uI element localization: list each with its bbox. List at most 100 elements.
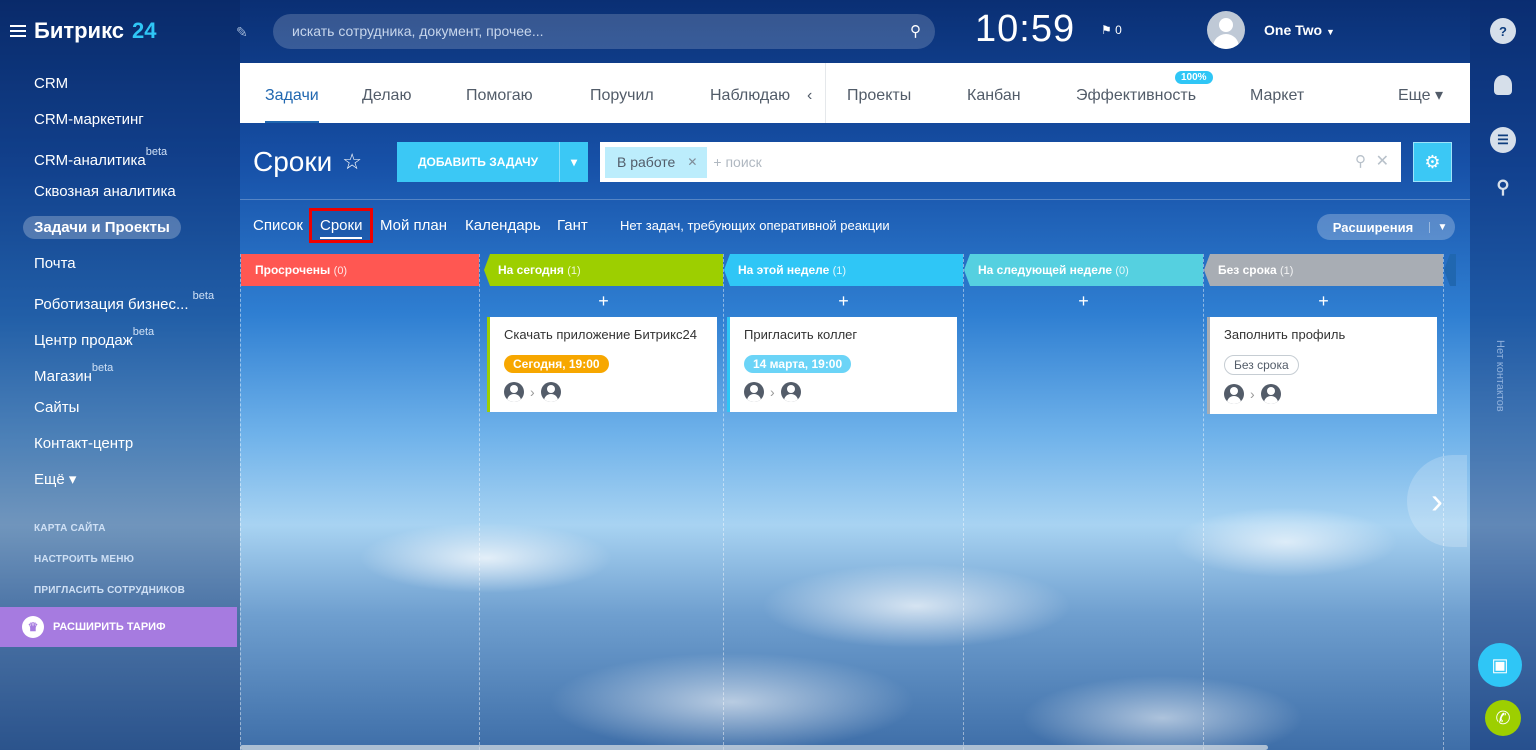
sidebar-item-sales-center[interactable]: Центр продажbeta: [22, 322, 237, 358]
task-participants: ›: [504, 382, 703, 402]
task-card[interactable]: Пригласить коллег 14 марта, 19:00 ›: [727, 317, 957, 412]
view-deadlines[interactable]: Сроки: [309, 208, 374, 243]
tab-more[interactable]: Еще ▾: [1398, 63, 1443, 123]
column-count: (1): [567, 265, 581, 277]
tab-assigned[interactable]: Поручил: [590, 63, 654, 123]
task-card[interactable]: Скачать приложение Битрикс24 Сегодня, 19…: [487, 317, 717, 412]
responsible-avatar[interactable]: [780, 382, 801, 402]
messenger-icon[interactable]: ☰: [1490, 127, 1516, 153]
extensions-label: Расширения: [1332, 219, 1414, 235]
responsible-avatar[interactable]: [1260, 384, 1281, 404]
sidebar-menu: CRM CRM-маркетинг CRM-аналитикаbeta Скво…: [22, 70, 237, 502]
sidebar-item-crm-analytics[interactable]: CRM-аналитикаbeta: [22, 142, 237, 178]
column-count: (1): [1279, 265, 1294, 277]
filter-search-input[interactable]: В работе ✕ + поиск ⚲ ✕: [600, 142, 1401, 182]
sidebar-item-crm[interactable]: CRM: [22, 70, 237, 106]
sidebar-item-mail[interactable]: Почта: [22, 250, 237, 286]
settings-gear-button[interactable]: ⚙: [1413, 142, 1452, 182]
add-task-plus-icon[interactable]: +: [724, 286, 963, 316]
tab-helping[interactable]: Помогаю: [466, 63, 533, 123]
invite-employees-link[interactable]: ПРИГЛАСИТЬ СОТРУДНИКОВ: [34, 585, 185, 596]
column-header-overdue[interactable]: Просрочены (0): [241, 254, 479, 286]
tab-watching[interactable]: Наблюдаю: [710, 63, 790, 123]
horizontal-scrollbar[interactable]: [240, 745, 1268, 750]
column-header-today[interactable]: На сегодня (1): [484, 254, 723, 286]
chevron-left-icon[interactable]: ‹: [807, 63, 812, 123]
task-title: Скачать приложение Битрикс24: [504, 327, 697, 342]
search-icon[interactable]: ⚲: [1355, 152, 1366, 170]
configure-menu-link[interactable]: НАСТРОИТЬ МЕНЮ: [34, 554, 134, 565]
search-icon[interactable]: ⚲: [910, 22, 921, 40]
add-task-button[interactable]: ДОБАВИТЬ ЗАДАЧУ ▾: [397, 142, 588, 182]
column-header-no-deadline[interactable]: Без срока (1): [1204, 254, 1443, 286]
sidebar-item-crm-marketing[interactable]: CRM-маркетинг: [22, 106, 237, 142]
sidebar-item-sites[interactable]: Сайты: [22, 394, 237, 430]
flag-counter[interactable]: ⚑ 0: [1101, 23, 1122, 37]
phone-icon[interactable]: ✆: [1485, 700, 1521, 736]
task-title: Заполнить профиль: [1224, 327, 1346, 342]
hamburger-menu-icon[interactable]: [10, 25, 26, 37]
creator-avatar[interactable]: [504, 382, 524, 402]
responsible-avatar[interactable]: [540, 382, 561, 402]
column-header-this-week[interactable]: На этой неделе (1): [724, 254, 963, 286]
view-list[interactable]: Список: [253, 217, 303, 234]
global-search-input[interactable]: искать сотрудника, документ, прочее... ⚲: [273, 14, 935, 49]
clear-icon[interactable]: ✕: [1376, 151, 1389, 171]
task-participants: ›: [1224, 384, 1423, 404]
user-menu[interactable]: One Two ▼: [1264, 22, 1335, 38]
view-gantt[interactable]: Гант: [557, 217, 588, 234]
chevron-down-icon[interactable]: ▼: [1429, 221, 1455, 233]
filter-chip[interactable]: В работе ✕: [605, 146, 708, 178]
chevron-down-icon[interactable]: ▾: [559, 142, 588, 182]
upgrade-tariff-button[interactable]: ♛ РАСШИРИТЬ ТАРИФ: [0, 607, 237, 647]
star-icon[interactable]: ☆: [342, 149, 362, 175]
view-my-plan[interactable]: Мой план: [380, 217, 447, 234]
task-participants: ›: [744, 382, 943, 402]
column-title: На сегодня: [498, 263, 564, 277]
flag-count: 0: [1115, 23, 1122, 37]
task-deadline[interactable]: Сегодня, 19:00: [504, 355, 609, 373]
tab-tasks[interactable]: Задачи: [265, 63, 319, 123]
add-task-plus-icon[interactable]: +: [484, 286, 723, 316]
gear-icon: ⚙: [1424, 151, 1441, 172]
tablet-icon[interactable]: ▣: [1478, 643, 1522, 687]
close-icon[interactable]: ✕: [687, 155, 697, 169]
chevron-down-icon: ▼: [1325, 27, 1335, 37]
logo-number: 24: [132, 18, 157, 43]
notifications-bell-icon[interactable]: [1494, 75, 1512, 95]
task-deadline[interactable]: Без срока: [1224, 355, 1299, 375]
task-card[interactable]: Заполнить профиль Без срока ›: [1207, 317, 1437, 414]
app-logo[interactable]: Битрикс 24: [10, 18, 157, 44]
add-task-plus-icon[interactable]: +: [964, 286, 1203, 316]
no-urgent-tasks-link[interactable]: Нет задач, требующих оперативной реакции: [620, 218, 890, 233]
sidebar-item-tasks-projects[interactable]: Задачи и Проекты: [22, 214, 237, 250]
filter-placeholder: + поиск: [713, 154, 762, 170]
task-deadline[interactable]: 14 марта, 19:00: [744, 355, 852, 373]
sidebar-item-end-to-end-analytics[interactable]: Сквозная аналитика: [22, 178, 237, 214]
sitemap-link[interactable]: КАРТА САЙТА: [34, 523, 106, 534]
column-title: Просрочены: [255, 263, 331, 277]
tab-doing[interactable]: Делаю: [362, 63, 411, 123]
sidebar-item-more[interactable]: Ещё ▾: [22, 466, 237, 502]
creator-avatar[interactable]: [744, 382, 764, 402]
sidebar-item-contact-center[interactable]: Контакт-центр: [22, 430, 237, 466]
sidebar-item-shop[interactable]: Магазинbeta: [22, 358, 237, 394]
search-icon-sidebar[interactable]: ⚲: [1490, 174, 1516, 200]
creator-avatar[interactable]: [1224, 384, 1244, 404]
user-avatar[interactable]: [1207, 11, 1245, 49]
sidebar-item-robotization[interactable]: Роботизация бизнес... beta: [22, 286, 237, 322]
flag-icon: ⚑: [1101, 23, 1112, 37]
tab-kanban[interactable]: Канбан: [967, 63, 1021, 123]
logo-text: Битрикс: [34, 18, 125, 43]
tab-market[interactable]: Маркет: [1250, 63, 1304, 123]
pencil-icon[interactable]: ✎: [236, 24, 248, 41]
upgrade-tariff-label: РАСШИРИТЬ ТАРИФ: [53, 621, 166, 633]
extensions-button[interactable]: Расширения ▼: [1317, 214, 1455, 240]
tasks-tab-bar: Задачи Делаю Помогаю Поручил Наблюдаю ‹ …: [240, 63, 1470, 123]
add-task-plus-icon[interactable]: +: [1204, 286, 1443, 316]
column-header-next-week[interactable]: На следующей неделе (0): [964, 254, 1203, 286]
chevron-right-icon: ›: [770, 384, 775, 400]
help-icon[interactable]: ?: [1490, 18, 1516, 44]
view-calendar[interactable]: Календарь: [465, 217, 541, 234]
tab-projects[interactable]: Проекты: [847, 63, 911, 123]
